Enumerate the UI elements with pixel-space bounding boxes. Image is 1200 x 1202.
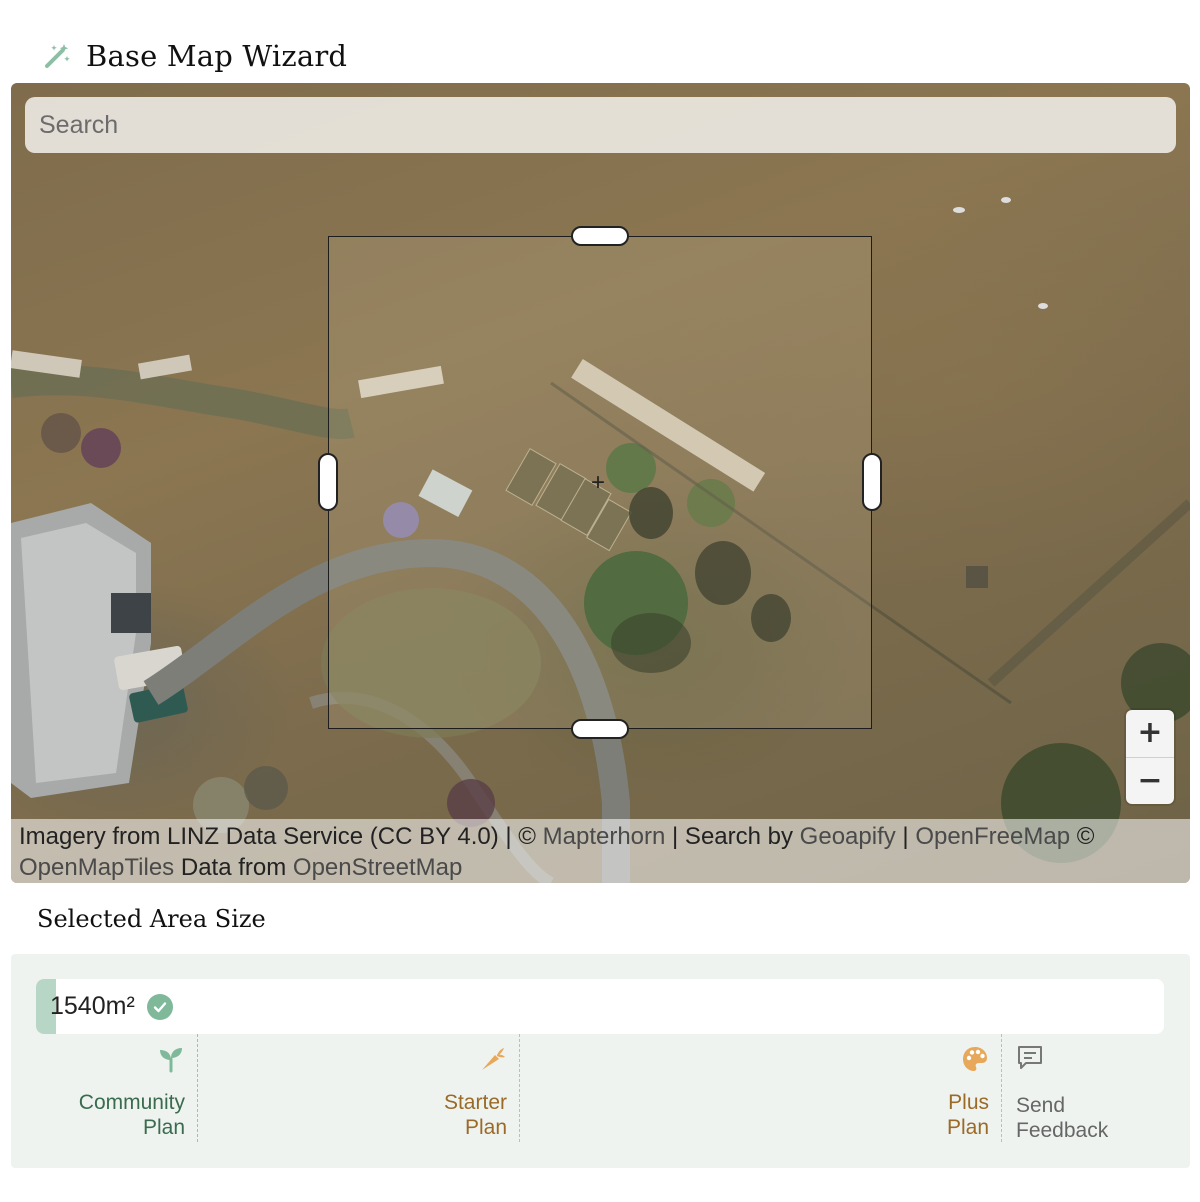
- resize-handle-bottom[interactable]: [571, 719, 629, 739]
- tier-label-line2: Plan: [464, 1116, 507, 1139]
- zoom-control: + −: [1126, 710, 1174, 804]
- area-size-title: Selected Area Size: [37, 905, 266, 933]
- attribution-separator: |: [902, 823, 909, 850]
- message-icon: [1016, 1044, 1044, 1077]
- sprout-icon: [157, 1044, 185, 1074]
- geoapify-link[interactable]: Geoapify: [800, 823, 896, 850]
- attribution-data-from: Data from: [180, 854, 287, 881]
- area-size-readout: 1540m²: [50, 979, 173, 1034]
- tier-plus-plan[interactable]: Plus Plan: [520, 1034, 1002, 1142]
- satellite-map[interactable]: + + − Imagery from LINZ Data Service (CC…: [11, 83, 1190, 883]
- palette-icon: [961, 1044, 989, 1074]
- attribution-search-by: | Search by: [672, 823, 793, 850]
- area-size-value: 1540m²: [50, 992, 135, 1020]
- feedback-label-line1: Send: [1016, 1094, 1066, 1117]
- tier-label-line1: Plus: [948, 1091, 989, 1114]
- feedback-label-line2: Feedback: [1016, 1119, 1109, 1142]
- page-title: Base Map Wizard: [86, 39, 348, 73]
- carrot-icon: [479, 1044, 507, 1074]
- zoom-in-button[interactable]: +: [1126, 710, 1174, 757]
- area-size-panel: 1540m² Community Plan Starter Plan Plus …: [11, 954, 1190, 1168]
- tier-label-line1: Community: [78, 1091, 185, 1114]
- map-attribution: Imagery from LINZ Data Service (CC BY 4.…: [11, 819, 1190, 883]
- search-input[interactable]: [25, 97, 1176, 153]
- attribution-imagery: Imagery from LINZ Data Service (CC BY 4.…: [19, 823, 536, 850]
- magic-wand-icon: [40, 39, 74, 73]
- openmaptiles-link[interactable]: OpenMapTiles: [19, 854, 174, 881]
- resize-handle-left[interactable]: [318, 453, 338, 511]
- openfreemap-link[interactable]: OpenFreeMap: [915, 823, 1070, 850]
- tier-label: Plus Plan: [947, 1090, 989, 1140]
- resize-handle-top[interactable]: [571, 226, 629, 246]
- zoom-out-button[interactable]: −: [1126, 758, 1174, 805]
- check-circle-icon: [146, 993, 173, 1020]
- send-feedback-button[interactable]: Send Feedback: [1016, 1044, 1136, 1143]
- tier-community-plan[interactable]: Community Plan: [36, 1034, 198, 1142]
- attribution-copyright: ©: [1076, 823, 1095, 850]
- tier-label-line1: Starter: [443, 1091, 507, 1114]
- tier-label-line2: Plan: [142, 1116, 185, 1139]
- feedback-label: Send Feedback: [1016, 1093, 1108, 1143]
- tier-label: Starter Plan: [444, 1090, 507, 1140]
- openstreetmap-link[interactable]: OpenStreetMap: [293, 854, 462, 881]
- tier-starter-plan[interactable]: Starter Plan: [198, 1034, 520, 1142]
- crosshair-icon: +: [591, 469, 606, 496]
- area-size-bar: 1540m²: [36, 979, 1164, 1034]
- tier-label: Community Plan: [79, 1090, 185, 1140]
- tier-label-line2: Plan: [946, 1116, 989, 1139]
- resize-handle-right[interactable]: [862, 453, 882, 511]
- mapterhorn-link[interactable]: Mapterhorn: [543, 823, 666, 850]
- page-header: Base Map Wizard: [40, 34, 347, 78]
